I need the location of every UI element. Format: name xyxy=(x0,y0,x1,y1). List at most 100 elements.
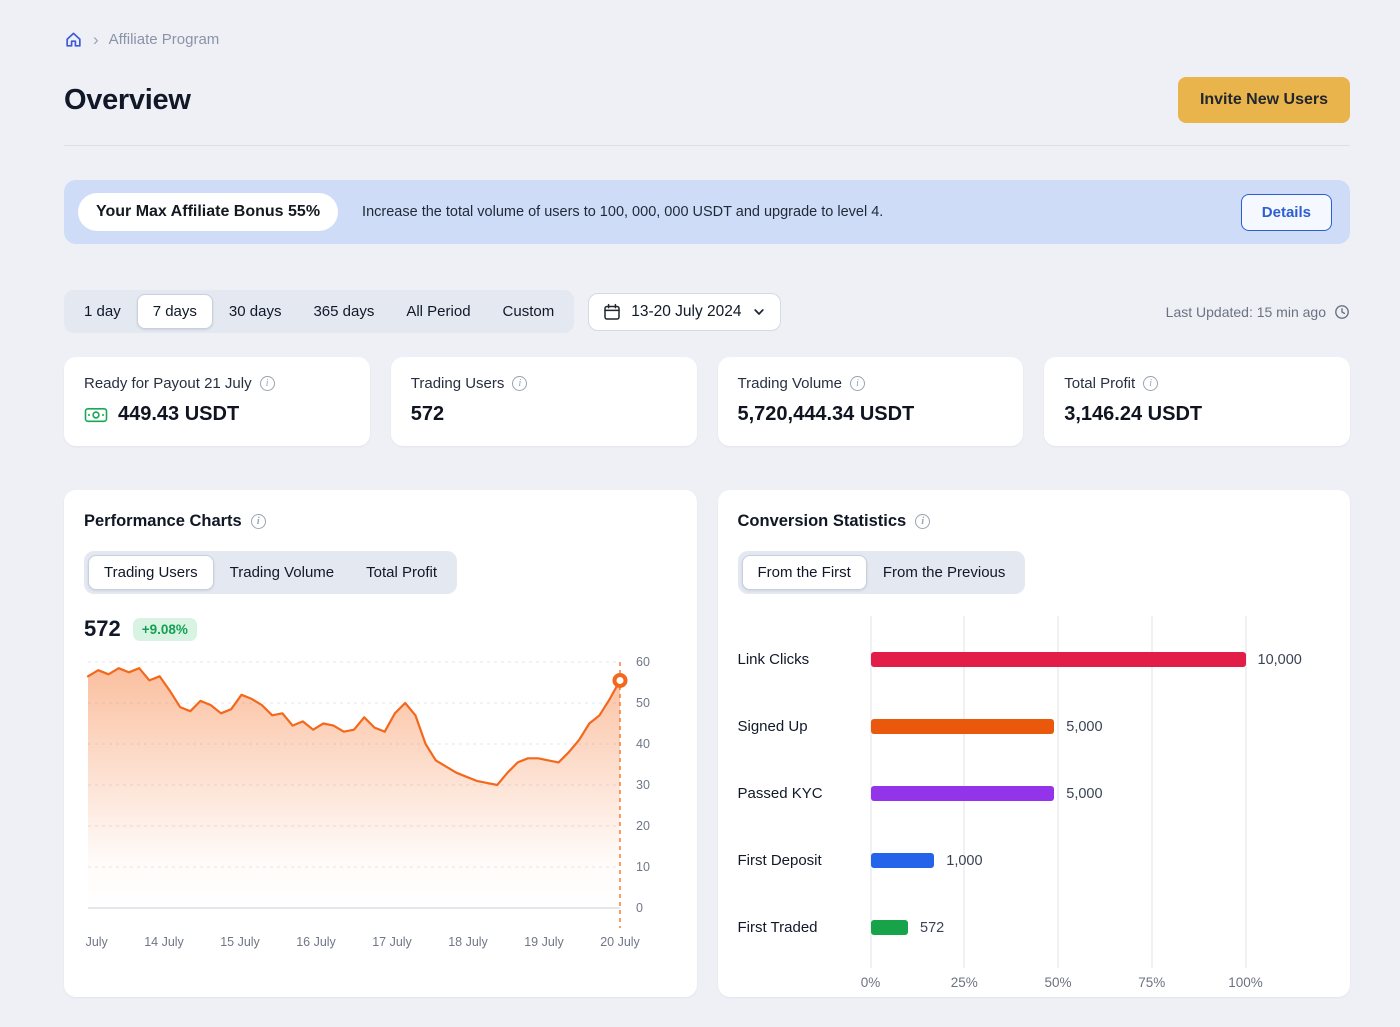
tab-custom[interactable]: Custom xyxy=(487,294,571,329)
date-range-tabs: 1 day 7 days 30 days 365 days All Period… xyxy=(64,290,574,333)
svg-text:20 July: 20 July xyxy=(600,935,640,949)
breadcrumb-current: Affiliate Program xyxy=(109,31,220,48)
last-updated-text: Last Updated: 15 min ago xyxy=(1166,304,1326,320)
info-icon[interactable]: i xyxy=(251,514,266,529)
chevron-down-icon xyxy=(752,305,766,319)
stat-card-ready-for-payout: Ready for Payout 21 July i 449.43 USDT xyxy=(64,357,370,446)
svg-text:10: 10 xyxy=(636,860,650,874)
clock-icon xyxy=(1334,304,1350,320)
conversion-rows: Link Clicks 10,000 Signed Up 5,000 xyxy=(738,626,1331,961)
performance-value-row: 572 +9.08% xyxy=(84,616,677,642)
conversion-bar-value: 572 xyxy=(920,920,944,936)
conversion-row-label: First Deposit xyxy=(738,852,871,869)
stat-card-trading-volume: Trading Volume i 5,720,444.34 USDT xyxy=(718,357,1024,446)
filter-row: 1 day 7 days 30 days 365 days All Period… xyxy=(64,290,1350,333)
conversion-card-title: Conversion Statistics i xyxy=(738,512,1331,531)
svg-text:15 July: 15 July xyxy=(220,935,260,949)
info-icon[interactable]: i xyxy=(915,514,930,529)
stat-label-text: Total Profit xyxy=(1064,375,1135,392)
conversion-title-text: Conversion Statistics xyxy=(738,512,907,531)
stat-label: Trading Volume i xyxy=(738,375,1004,392)
conversion-bar xyxy=(871,719,1055,734)
header-divider xyxy=(64,145,1350,146)
conversion-mode-tabs: From the First From the Previous xyxy=(738,551,1026,594)
svg-text:14 July: 14 July xyxy=(144,935,184,949)
stat-label-text: Trading Users xyxy=(411,375,505,392)
home-icon[interactable] xyxy=(64,30,83,49)
axis-tick: 25% xyxy=(951,975,978,990)
breadcrumb: › Affiliate Program xyxy=(64,30,1350,49)
conversion-x-axis: 0% 25% 50% 75% 100% xyxy=(871,975,1246,997)
tab-total-profit[interactable]: Total Profit xyxy=(350,555,453,590)
last-updated: Last Updated: 15 min ago xyxy=(1166,304,1350,320)
svg-text:13 July: 13 July xyxy=(84,935,109,949)
stat-value: 449.43 USDT xyxy=(84,403,350,426)
conversion-bar-track: 10,000 xyxy=(871,652,1246,667)
svg-text:40: 40 xyxy=(636,737,650,751)
stat-label: Ready for Payout 21 July i xyxy=(84,375,350,392)
stat-value-text: 3,146.24 USDT xyxy=(1064,403,1202,426)
info-icon[interactable]: i xyxy=(850,376,865,391)
conversion-statistics-card: Conversion Statistics i From the First F… xyxy=(718,490,1351,997)
conversion-bar xyxy=(871,920,909,935)
axis-tick: 75% xyxy=(1138,975,1165,990)
svg-text:30: 30 xyxy=(636,778,650,792)
tab-trading-users[interactable]: Trading Users xyxy=(88,555,214,590)
conversion-row-label: Passed KYC xyxy=(738,785,871,802)
stat-card-trading-users: Trading Users i 572 xyxy=(391,357,697,446)
performance-current-value: 572 xyxy=(84,616,121,642)
chevron-right-icon: › xyxy=(93,31,99,48)
stat-cards: Ready for Payout 21 July i 449.43 USDT T… xyxy=(64,357,1350,446)
svg-text:16 July: 16 July xyxy=(296,935,336,949)
conversion-row-passed-kyc: Passed KYC 5,000 xyxy=(738,760,1331,827)
performance-charts-card: Performance Charts i Trading Users Tradi… xyxy=(64,490,697,997)
conversion-bar xyxy=(871,652,1246,667)
conversion-bar xyxy=(871,786,1055,801)
info-icon[interactable]: i xyxy=(512,376,527,391)
stat-value-text: 449.43 USDT xyxy=(118,403,239,426)
conversion-bar-track: 5,000 xyxy=(871,786,1246,801)
conversion-bar-chart: Link Clicks 10,000 Signed Up 5,000 xyxy=(738,626,1331,997)
conversion-bar xyxy=(871,853,935,868)
conversion-bar-value: 5,000 xyxy=(1066,786,1102,802)
stat-value: 572 xyxy=(411,403,677,426)
conversion-bar-track: 1,000 xyxy=(871,853,1246,868)
tab-1-day[interactable]: 1 day xyxy=(68,294,137,329)
axis-tick: 0% xyxy=(861,975,881,990)
stat-label: Total Profit i xyxy=(1064,375,1330,392)
tab-from-the-first[interactable]: From the First xyxy=(742,555,867,590)
svg-text:0: 0 xyxy=(636,901,643,915)
performance-metric-tabs: Trading Users Trading Volume Total Profi… xyxy=(84,551,457,594)
conversion-bar-value: 1,000 xyxy=(946,853,982,869)
bonus-description: Increase the total volume of users to 10… xyxy=(362,204,1217,220)
conversion-bar-track: 572 xyxy=(871,920,1246,935)
stat-label: Trading Users i xyxy=(411,375,677,392)
svg-text:19 July: 19 July xyxy=(524,935,564,949)
svg-text:18 July: 18 July xyxy=(448,935,488,949)
tab-30-days[interactable]: 30 days xyxy=(213,294,298,329)
conversion-row-first-deposit: First Deposit 1,000 xyxy=(738,827,1331,894)
performance-card-title: Performance Charts i xyxy=(84,512,677,531)
date-picker-button[interactable]: 13-20 July 2024 xyxy=(588,293,780,331)
conversion-row-label: Signed Up xyxy=(738,718,871,735)
invite-new-users-button[interactable]: Invite New Users xyxy=(1178,77,1350,123)
axis-tick: 50% xyxy=(1044,975,1071,990)
svg-text:17 July: 17 July xyxy=(372,935,412,949)
axis-tick: 100% xyxy=(1228,975,1263,990)
tab-from-the-previous[interactable]: From the Previous xyxy=(867,555,1022,590)
info-icon[interactable]: i xyxy=(260,376,275,391)
affiliate-bonus-banner: Your Max Affiliate Bonus 55% Increase th… xyxy=(64,180,1350,244)
page-title: Overview xyxy=(64,84,191,117)
conversion-row-link-clicks: Link Clicks 10,000 xyxy=(738,626,1331,693)
tab-all-period[interactable]: All Period xyxy=(390,294,486,329)
stat-value: 3,146.24 USDT xyxy=(1064,403,1330,426)
conversion-bar-value: 5,000 xyxy=(1066,719,1102,735)
tab-365-days[interactable]: 365 days xyxy=(297,294,390,329)
tab-7-days[interactable]: 7 days xyxy=(137,294,213,329)
tab-trading-volume[interactable]: Trading Volume xyxy=(214,555,351,590)
stat-label-text: Trading Volume xyxy=(738,375,843,392)
details-button[interactable]: Details xyxy=(1241,194,1332,231)
info-icon[interactable]: i xyxy=(1143,376,1158,391)
stat-value-text: 572 xyxy=(411,403,444,426)
date-range-value: 13-20 July 2024 xyxy=(631,303,741,321)
